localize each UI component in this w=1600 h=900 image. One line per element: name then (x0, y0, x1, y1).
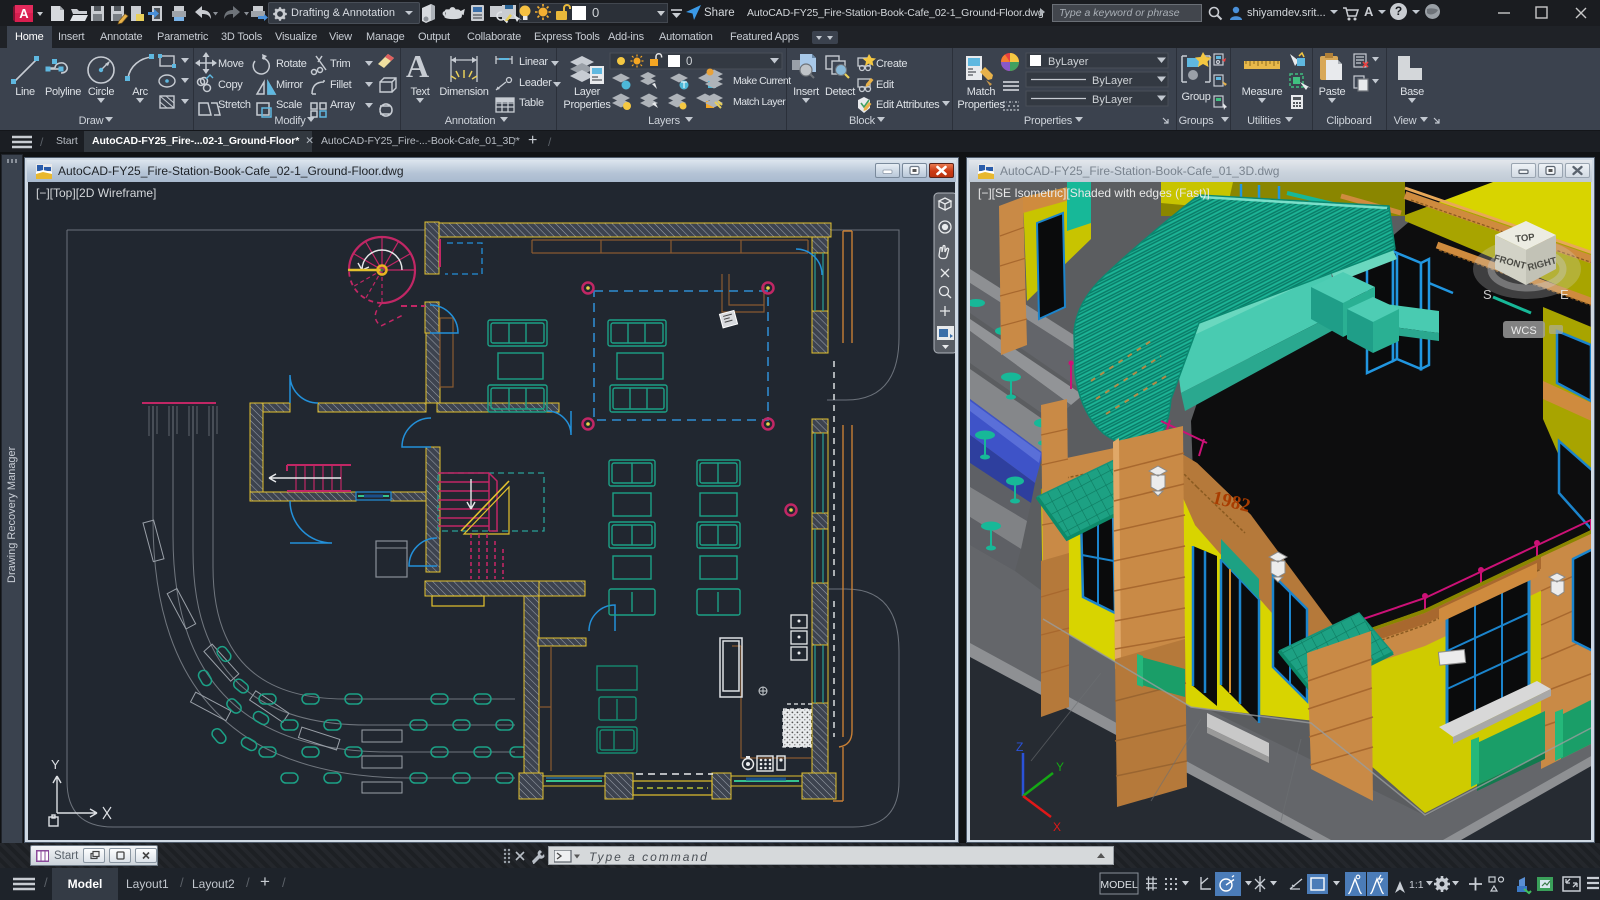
svg-text:Dimension: Dimension (439, 86, 488, 98)
svg-text:Properties: Properties (563, 99, 611, 111)
svg-text:Table: Table (519, 97, 544, 109)
svg-text:Groups: Groups (1179, 115, 1215, 127)
svg-text:Edit: Edit (876, 79, 894, 91)
svg-text:Group: Group (1181, 91, 1210, 103)
svg-text:Leader: Leader (519, 77, 552, 89)
svg-text:A: A (19, 6, 29, 21)
svg-text:Circle: Circle (88, 86, 114, 98)
svg-text:Clipboard: Clipboard (1326, 115, 1371, 127)
svg-text:Mirror: Mirror (276, 79, 304, 91)
svg-text:A: A (406, 48, 429, 84)
svg-text:0: 0 (686, 56, 692, 68)
svg-text:Rotate: Rotate (276, 58, 307, 70)
svg-text:Block: Block (849, 115, 876, 127)
svg-text:Move: Move (218, 58, 244, 70)
svg-text:Base: Base (1400, 86, 1424, 98)
svg-text:Arc: Arc (132, 86, 148, 98)
svg-text:X: X (1053, 820, 1061, 834)
svg-text:Stretch: Stretch (218, 99, 251, 111)
svg-text:S: S (1483, 287, 1492, 302)
svg-text:Y: Y (51, 757, 60, 772)
svg-text:Y: Y (1056, 760, 1064, 774)
svg-text:Edit Attributes: Edit Attributes (876, 99, 940, 111)
svg-text:Copy: Copy (218, 79, 243, 91)
svg-text:Match: Match (967, 86, 996, 98)
svg-text:Draw: Draw (79, 115, 104, 127)
svg-text:E: E (1560, 287, 1569, 302)
svg-text:Detect: Detect (825, 86, 855, 98)
svg-text:Fillet: Fillet (330, 79, 352, 91)
svg-text:Match Layer: Match Layer (733, 96, 786, 108)
svg-text:Line: Line (15, 86, 35, 98)
svg-text:Annotation: Annotation (445, 115, 496, 127)
svg-text:ByLayer: ByLayer (1092, 94, 1133, 106)
svg-text:Layer: Layer (574, 86, 601, 98)
svg-text:Scale: Scale (276, 99, 302, 111)
svg-text:Create: Create (876, 58, 907, 70)
svg-text:Measure: Measure (1242, 86, 1283, 98)
svg-text:Z: Z (1016, 740, 1023, 754)
svg-text:WCS: WCS (1511, 325, 1537, 337)
svg-text:MODEL: MODEL (1100, 879, 1138, 891)
svg-text:Layers: Layers (648, 115, 681, 127)
svg-text:0: 0 (592, 5, 599, 20)
svg-text:Paste: Paste (1319, 86, 1346, 98)
svg-text:Properties: Properties (1024, 115, 1073, 127)
svg-text:Trim: Trim (330, 58, 351, 70)
svg-text:Linear: Linear (519, 56, 548, 68)
svg-text:Insert: Insert (793, 86, 819, 98)
svg-text:View: View (1394, 115, 1417, 127)
svg-text:Polyline: Polyline (45, 86, 81, 98)
svg-text:ByLayer: ByLayer (1092, 75, 1133, 87)
svg-text:1:1: 1:1 (1409, 879, 1424, 891)
svg-text:Modify: Modify (274, 115, 306, 127)
svg-text:Text: Text (411, 86, 430, 98)
svg-text:Array: Array (330, 99, 356, 111)
svg-text:ByLayer: ByLayer (1048, 56, 1089, 68)
svg-text:Make Current: Make Current (733, 75, 791, 87)
svg-text:Utilities: Utilities (1247, 115, 1281, 127)
svg-text:Properties: Properties (957, 99, 1005, 111)
